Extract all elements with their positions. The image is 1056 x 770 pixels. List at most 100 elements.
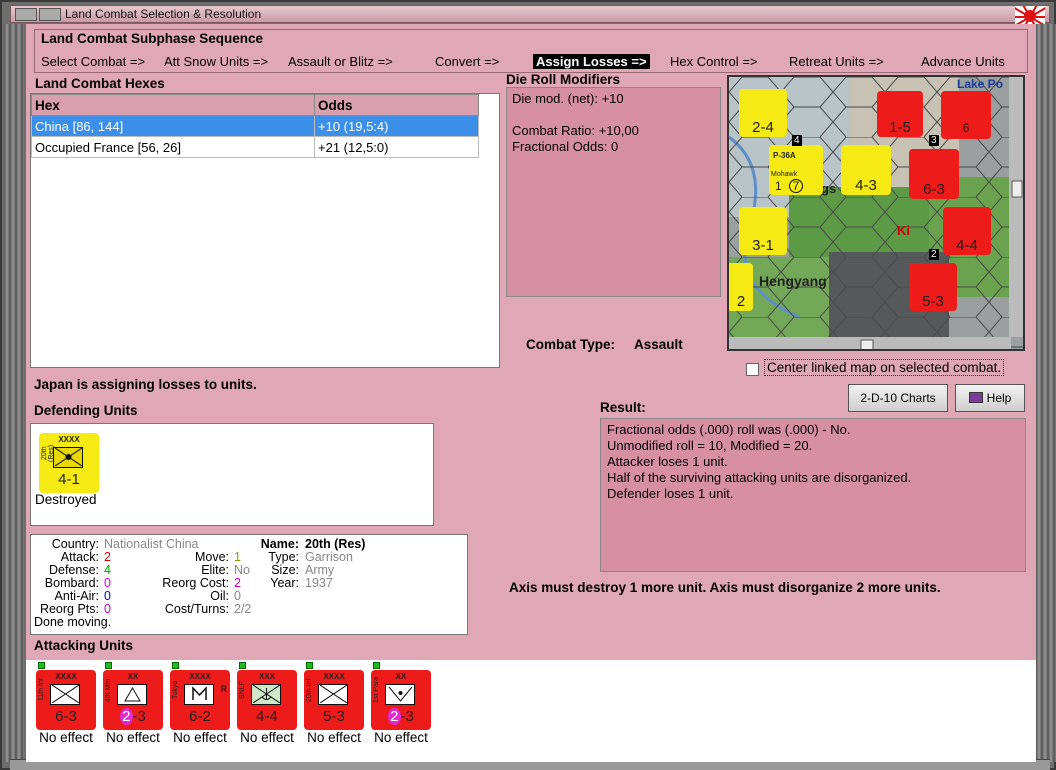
attacking-unit[interactable]: XXX SNLF 4-4 [237,670,297,730]
unit-result: No effect [173,730,227,745]
map-unit[interactable]: 3-1 [739,207,787,255]
step-assign-losses[interactable]: Assign Losses => [533,54,650,69]
attacking-unit[interactable]: XXXX 20th Inf 5-3 [304,670,364,730]
unit-strength: 2 -3 [103,708,163,725]
status-dot-icon [306,662,313,669]
mountain-symbol-icon [117,684,147,705]
axis-requirement: Axis must destroy 1 more unit. Axis must… [509,580,941,595]
unit-size: XX [127,672,139,681]
unit-result: No effect [106,730,160,745]
infantry-symbol-icon [318,684,348,705]
result-panel: Fractional odds (.000) roll was (.000) -… [600,418,1026,572]
charts-button[interactable]: 2-D-10 Charts [848,384,948,412]
unit-designation: 1st Para [373,676,380,704]
status-message: Japan is assigning losses to units. [34,377,257,392]
map-unit[interactable]: 4-4 [943,207,991,255]
map-unit[interactable]: 2 [729,263,753,311]
unit-result: No effect [39,730,93,745]
unit-move: -3 [400,708,414,725]
map-unit[interactable]: 1-5 [877,91,923,137]
map-unit[interactable]: 6 [941,91,991,139]
center-map-checkbox[interactable] [746,363,759,376]
hex-number: 3 [929,135,939,146]
die-line: Fractional Odds: 0 [512,139,619,154]
status-dot-icon [38,662,45,669]
step-att-snow-units[interactable]: Att Snow Units => [164,54,268,69]
unit-range: 7 [789,179,803,193]
unit-strength: 2-4 [752,119,774,136]
unit-strength: 4-1 [58,471,80,488]
unit-strength: 1 [775,179,782,193]
step-select-combat[interactable]: Select Combat => [41,54,145,69]
unit-designation: 4th Mtn [105,678,112,702]
unit-strength: 6-2 [189,708,211,725]
infantry-symbol-icon [50,684,80,705]
center-map-label[interactable]: Center linked map on selected combat. [764,359,1005,376]
defending-unit[interactable]: XXXX 20th (Res) 4-1 [39,433,99,493]
unit-designation: 20th Inf [306,678,313,702]
step-hex-control[interactable]: Hex Control => [670,54,757,69]
status-dot-icon [105,662,112,669]
table-row[interactable]: China [86, 144] +10 (19,5:4) [31,115,479,137]
step-assault-or-blitz[interactable]: Assault or Blitz => [288,54,393,69]
column-hex[interactable]: Hex [31,94,315,116]
unit-designation: 11th Inf [38,678,45,702]
result-line: Attacker loses 1 unit. [607,454,728,469]
step-convert[interactable]: Convert => [435,54,499,69]
unit-attack: 2 [120,708,133,725]
map-unit[interactable]: 2-4 [739,89,787,137]
unit-move: -3 [132,708,146,725]
unit-strength: 1-5 [889,119,911,136]
unit-strength: 2 -3 [371,708,431,725]
year-label: Year: [270,576,299,590]
status-dot-icon [373,662,380,669]
unit-size: XXXX [55,672,77,681]
cost-turns-value: 2/2 [234,602,252,616]
year-value: 1937 [305,576,333,590]
map-unit[interactable]: 4-3 [841,145,891,195]
subphase-sequence: Land Combat Subphase Sequence Select Com… [34,29,1028,73]
unit-info-panel: Country: Nationalist China Attack: 2 Def… [30,534,468,635]
unit-size: XXX [258,672,275,681]
unit-strength: 4-4 [956,237,978,254]
combat-type-value: Assault [634,337,683,352]
status-dot-icon [239,662,246,669]
hex-cell: China [86, 144] [31,115,315,137]
linked-map[interactable]: Lake Po Hengyang Ki gs 2-4 1-5 6 P-36A Mo… [727,75,1025,351]
hex-cell: Occupied France [56, 26] [31,136,315,158]
paratrooper-symbol-icon [385,684,415,705]
hex-number: 2 [929,249,939,260]
right-rail [1036,24,1056,762]
map-unit[interactable]: P-36A Mohawk 1 7 [769,145,823,195]
map-label: Ki [897,223,910,238]
odds-cell: +10 (19,5:4) [314,115,479,137]
attacking-heading: Attacking Units [34,638,134,653]
book-icon [968,392,983,403]
unit-strength: 6-3 [923,181,945,198]
unit-strength: 4-3 [855,177,877,194]
table-row[interactable]: Occupied France [56, 26] +21 (12,5:0) [31,136,479,158]
minimize-button[interactable] [39,8,61,21]
map-unit[interactable]: 6-3 [909,149,959,199]
done-moving: Done moving. [34,615,112,629]
map-label: gs [821,181,837,196]
mechanized-symbol-icon [184,684,214,705]
window-menu-button[interactable] [15,8,37,21]
hexes-heading: Land Combat Hexes [35,76,165,91]
attacking-unit[interactable]: XXXX R Tokyo 6-2 [170,670,230,730]
unit-result: Destroyed [35,492,97,507]
attacking-unit[interactable]: XX 4th Mtn 2 -3 [103,670,163,730]
attacking-unit[interactable]: XX 1st Para 2 -3 [371,670,431,730]
die-roll-panel: Die mod. (net): +10 Combat Ratio: +10,00… [506,87,721,297]
step-retreat-units[interactable]: Retreat Units => [789,54,884,69]
unit-strength: 4-4 [256,708,278,725]
unit-strength: 6 [962,121,970,135]
die-line [512,107,715,123]
help-button[interactable]: Help [955,384,1025,412]
window-frame: Land Combat Selection & Resolution Land … [0,0,1056,770]
attacking-unit[interactable]: XXXX 11th Inf 6-3 [36,670,96,730]
map-label: Hengyang [759,273,827,289]
map-unit[interactable]: 5-3 [909,263,957,311]
column-odds[interactable]: Odds [314,94,479,116]
step-advance-units[interactable]: Advance Units [921,54,1005,69]
